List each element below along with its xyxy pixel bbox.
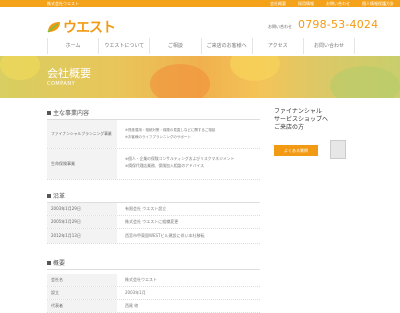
row-label: 代表者 — [47, 300, 117, 312]
table-row: 生命保険事業 ※個人・企業の保険コンサルティングおよびリスクマネジメント ※損保… — [47, 149, 260, 180]
nav-visitors[interactable]: ご来店のお客様へ — [200, 38, 252, 54]
row-value-line: ※個人・企業の保険コンサルティングおよびリスクマネジメント — [125, 156, 235, 161]
row-value-line: ※損保代理店業務、保険加入相談のアドバイス — [125, 163, 205, 168]
row-value: 株式会社 ウエストに組織変更 — [125, 219, 179, 224]
row-value: 株式会社ウエスト — [125, 277, 157, 282]
row-label: 会社名 — [47, 274, 117, 286]
row-label: 2012年1月13日 — [47, 229, 117, 243]
row-label: ファイナンシャルプランニング事業 — [47, 120, 117, 148]
section-title: 主な事業内容 — [53, 110, 90, 117]
page-subtitle: COMPANY — [47, 81, 76, 87]
logo[interactable]: ウエスト — [47, 17, 116, 37]
faq-button[interactable]: よくある質問 — [274, 145, 318, 156]
phone-number[interactable]: 0798-53-4024 — [298, 18, 378, 31]
shop-banner-line: サービスショップへ — [274, 116, 329, 123]
phone-block: お問い合わせ 0798-53-4024 — [268, 18, 378, 31]
row-value: ※資産運用・相続対策・保険の見直しなどに関するご相談 ※お客様のライフプランニン… — [117, 120, 260, 148]
page-title: 会社概要 — [47, 67, 91, 80]
document-image — [330, 140, 346, 159]
row-label: 生命保険事業 — [47, 149, 117, 179]
table-row: 設立 2003年1月 — [47, 287, 260, 300]
flower-decoration — [0, 56, 40, 80]
phone-label: お問い合わせ — [268, 24, 292, 29]
nav-contact[interactable]: お問い合わせ — [302, 38, 356, 54]
section-heading-business: 主な事業内容 — [47, 108, 260, 120]
table-row: 2003年1月29日 有限会社 ウエスト設立 — [47, 203, 260, 216]
table-row: 会社名 株式会社ウエスト — [47, 274, 260, 287]
square-bullet-icon — [47, 193, 51, 198]
row-label: 設立 — [47, 287, 117, 299]
section-heading-history: 沿革 — [47, 191, 260, 203]
flower-decoration — [150, 64, 210, 98]
section-heading-overview: 概要 — [47, 258, 260, 270]
row-value-line: ※お客様のライフプランニングのサポート — [125, 135, 191, 139]
section-title: 概要 — [53, 260, 66, 267]
header: ウエスト お問い合わせ 0798-53-4024 — [0, 7, 400, 37]
main-content: 主な事業内容 ファイナンシャルプランニング事業 ※資産運用・相続対策・保険の見直… — [47, 108, 260, 313]
square-bullet-icon — [47, 260, 51, 265]
table-row: ファイナンシャルプランニング事業 ※資産運用・相続対策・保険の見直しなどに関する… — [47, 120, 260, 149]
row-value: 西尾 修 — [125, 303, 139, 308]
logo-leaf-icon — [47, 22, 60, 33]
table-row: 2012年1月13日 西宮市甲東園WESTビル建設に伴い本社移転 — [47, 229, 260, 244]
logo-text: ウエスト — [63, 20, 116, 36]
row-label: 2005年1月29日 — [47, 216, 117, 228]
section-title: 沿革 — [53, 193, 66, 200]
shop-banner-line: ファイナンシャル — [274, 108, 322, 115]
top-utility-bar: 株式会社ウエスト 会社概要 採用情報 お問い合わせ 個人情報保護方針 — [0, 0, 400, 7]
sidebar: ファイナンシャル サービスショップへ ご来店の方 よくある質問 — [274, 108, 354, 160]
shop-banner[interactable]: ファイナンシャル サービスショップへ ご来店の方 — [274, 108, 354, 132]
main-nav: ホーム ウエストについて ご相談 ご来店のお客様へ アクセス お問い合わせ — [47, 38, 356, 54]
table-row: 代表者 西尾 修 — [47, 300, 260, 313]
nav-access[interactable]: アクセス — [251, 38, 303, 54]
row-value: 2003年1月 — [125, 290, 146, 295]
nav-about[interactable]: ウエストについて — [98, 38, 149, 54]
hero-banner: 会社概要 COMPANY — [0, 56, 400, 98]
flower-decoration — [330, 66, 400, 98]
row-value-line: ※資産運用・相続対策・保険の見直しなどに関するご相談 — [125, 128, 216, 132]
faq-banner: よくある質問 — [274, 140, 354, 160]
table-row: 2005年1月29日 株式会社 ウエストに組織変更 — [47, 216, 260, 229]
flower-decoration — [230, 56, 280, 81]
shop-banner-line: ご来店の方 — [274, 124, 305, 131]
row-value: ※個人・企業の保険コンサルティングおよびリスクマネジメント ※損保代理店業務、保… — [117, 149, 260, 179]
row-value: 有限会社 ウエスト設立 — [125, 206, 167, 211]
row-value: 西宮市甲東園WESTビル建設に伴い本社移転 — [125, 233, 205, 238]
square-bullet-icon — [47, 110, 51, 115]
row-label: 2003年1月29日 — [47, 203, 117, 215]
nav-consult[interactable]: ご相談 — [149, 38, 200, 54]
nav-home[interactable]: ホーム — [47, 38, 98, 54]
